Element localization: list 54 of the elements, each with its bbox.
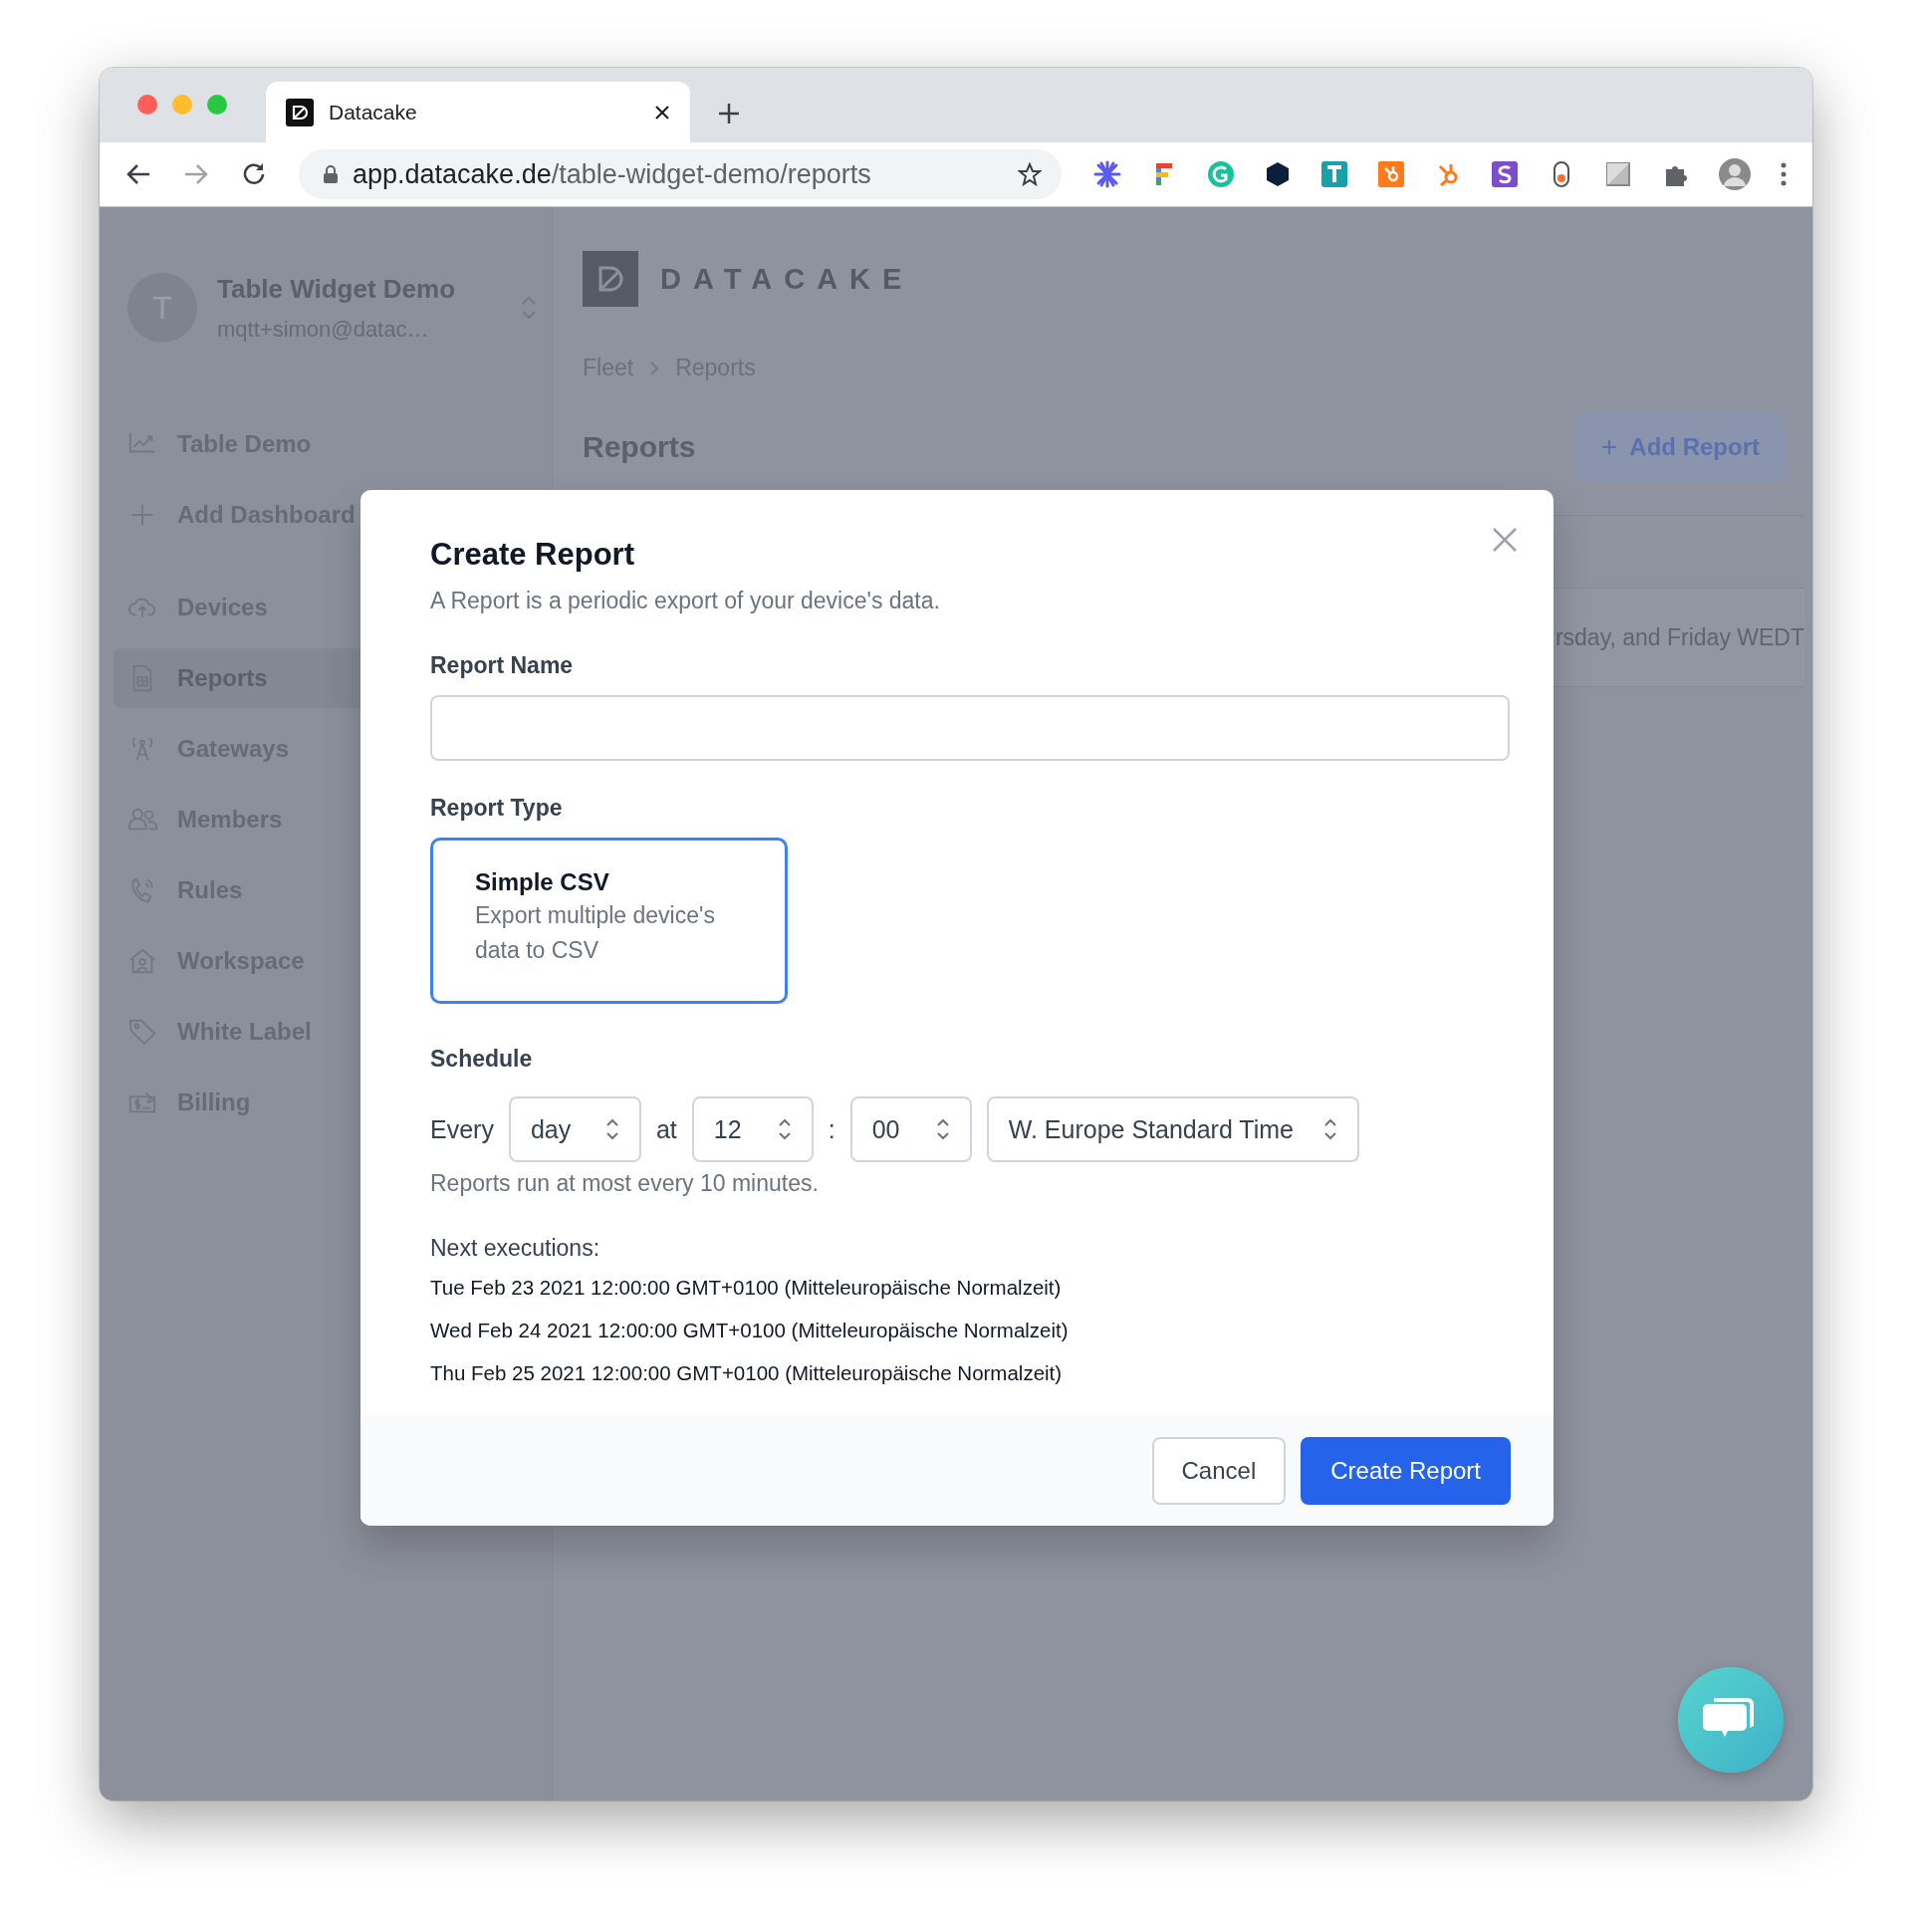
select-field[interactable]: 00 bbox=[849, 1096, 972, 1162]
schedule-note: Reports run at most every 10 minutes. bbox=[430, 1170, 820, 1197]
report-name-field[interactable] bbox=[430, 695, 1510, 761]
close-icon[interactable] bbox=[654, 104, 670, 121]
letter-t-icon[interactable] bbox=[1320, 160, 1348, 188]
schedule-text: Every bbox=[430, 1114, 494, 1144]
profile-avatar-icon[interactable] bbox=[1718, 157, 1752, 191]
url-text: app.datacake.de/table-widget-demo/reports bbox=[353, 158, 872, 190]
asterisk-icon[interactable] bbox=[1093, 160, 1121, 188]
back-icon[interactable] bbox=[125, 162, 151, 186]
chevron-right-icon bbox=[649, 360, 660, 376]
execution-time: Tue Feb 23 2021 12:00:00 GMT+0100 (Mitteleuropäische Normalzeit) bbox=[430, 1276, 1063, 1300]
house-icon bbox=[127, 946, 157, 976]
tab-title: Datacake bbox=[329, 100, 418, 124]
chevron-up-down-icon bbox=[777, 1117, 792, 1141]
report-type-title: Simple CSV bbox=[475, 868, 610, 896]
plus-icon bbox=[1601, 439, 1618, 455]
create-report-button[interactable]: Create Report bbox=[1301, 1436, 1511, 1505]
new-tab-icon[interactable] bbox=[718, 103, 740, 124]
field-label: Schedule bbox=[430, 1046, 533, 1073]
chevron-up-down-icon bbox=[1322, 1117, 1337, 1141]
select-field[interactable]: 12 bbox=[691, 1096, 814, 1162]
cancel-button[interactable]: Cancel bbox=[1151, 1436, 1287, 1505]
letter-s-icon[interactable] bbox=[1491, 160, 1519, 188]
report-type-card[interactable]: Simple CSV Export multiple device's data to CSV bbox=[430, 838, 788, 1004]
reload-icon[interactable] bbox=[241, 161, 267, 187]
field-label: Report Type bbox=[430, 795, 563, 822]
select-field[interactable]: W. Europe Standard Time bbox=[986, 1096, 1359, 1162]
forward-icon[interactable] bbox=[183, 162, 209, 186]
tag-icon bbox=[127, 1017, 157, 1047]
schedule-text: at bbox=[655, 1114, 677, 1144]
report-type-description: Export multiple device's data to CSV bbox=[475, 901, 716, 965]
dialog-description: A Report is a periodic export of your device's data. bbox=[430, 588, 941, 614]
time-separator: : bbox=[828, 1114, 836, 1144]
lock-icon bbox=[323, 164, 339, 184]
next-executions-label: Next executions: bbox=[430, 1235, 601, 1262]
grammar-circle-icon[interactable] bbox=[1207, 160, 1235, 188]
logo-text: DATACAKE bbox=[660, 262, 914, 296]
hexagon-icon[interactable] bbox=[1264, 160, 1292, 188]
execution-time: Thu Feb 25 2021 12:00:00 GMT+0100 (Mitteleuropäische Normalzeit) bbox=[430, 1361, 1064, 1385]
select-field[interactable]: day bbox=[508, 1096, 641, 1162]
chevron-up-down-icon bbox=[935, 1117, 950, 1141]
chevron-up-down-icon bbox=[604, 1117, 619, 1141]
sprocket-square-icon[interactable] bbox=[1377, 160, 1405, 188]
favicon-icon bbox=[286, 98, 314, 126]
browser-tab[interactable]: Datacake bbox=[266, 82, 690, 142]
logo-mark-icon bbox=[583, 251, 638, 307]
dialog-title: Create Report bbox=[430, 536, 634, 574]
address-bar[interactable]: app.datacake.de/table-widget-demo/reports bbox=[299, 149, 1062, 199]
execution-time: Wed Feb 24 2021 12:00:00 GMT+0100 (Mitteleuropäische Normalzeit) bbox=[430, 1319, 1070, 1342]
square-icon[interactable] bbox=[1604, 160, 1632, 188]
close-window-button[interactable] bbox=[137, 95, 157, 115]
menu-icon[interactable] bbox=[1781, 162, 1787, 186]
star-icon[interactable] bbox=[1018, 162, 1042, 186]
